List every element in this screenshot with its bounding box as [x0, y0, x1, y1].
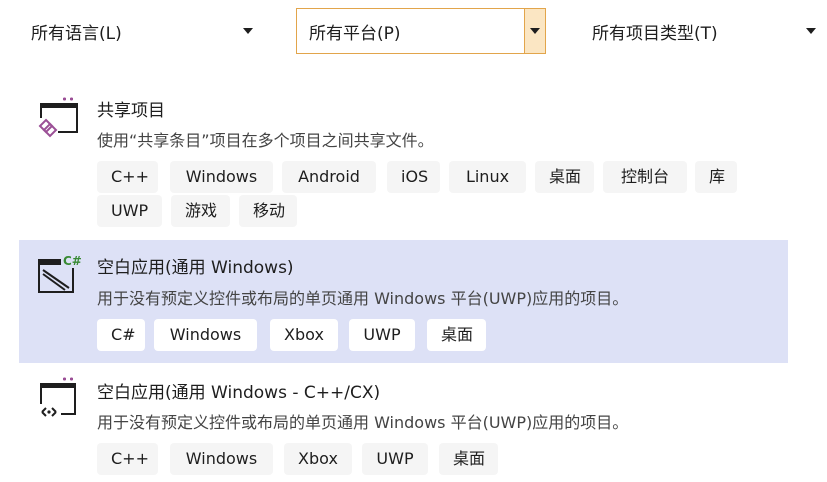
- tag: iOS: [387, 161, 440, 193]
- tag: Windows: [170, 443, 273, 475]
- tag: UWP: [97, 195, 162, 227]
- template-item-shared-project[interactable]: 共享项目 使用“共享条目”项目在多个项目之间共享文件。 C++ Windows …: [19, 84, 788, 234]
- tag: Linux: [449, 161, 526, 193]
- platform-filter-label: 所有平台(P): [309, 23, 401, 44]
- tag: UWP: [362, 443, 428, 475]
- language-filter-dropdown[interactable]: 所有语言(L): [18, 8, 264, 54]
- csharp-uwp-app-icon: C#: [37, 252, 82, 296]
- tag: Xbox: [284, 443, 352, 475]
- filter-bar: 所有语言(L) 所有平台(P) 所有项目类型(T): [0, 0, 827, 60]
- tag: Xbox: [270, 319, 338, 351]
- template-description: 使用“共享条目”项目在多个项目之间共享文件。: [97, 131, 434, 150]
- tag: 库: [695, 161, 737, 193]
- chevron-down-icon: [796, 9, 826, 53]
- tag: 桌面: [439, 443, 498, 475]
- tag: C++: [97, 161, 158, 193]
- language-filter-label: 所有语言(L): [31, 23, 122, 44]
- shared-project-icon: [37, 96, 81, 140]
- svg-text:C#: C#: [63, 254, 81, 268]
- tag: Windows: [154, 319, 257, 351]
- platform-filter-dropdown[interactable]: 所有平台(P): [296, 8, 546, 54]
- tag: Windows: [170, 161, 273, 193]
- chevron-down-icon[interactable]: [524, 9, 545, 53]
- tag: 桌面: [427, 319, 486, 351]
- chevron-down-icon: [233, 9, 263, 53]
- template-description: 用于没有预定义控件或布局的单页通用 Windows 平台(UWP)应用的项目。: [97, 289, 629, 308]
- cpp-uwp-app-icon: [37, 376, 81, 420]
- tag: C#: [97, 319, 145, 351]
- tag: 桌面: [535, 161, 594, 193]
- template-title: 空白应用(通用 Windows): [97, 258, 294, 278]
- tag: 控制台: [603, 161, 687, 193]
- project-type-filter-dropdown[interactable]: 所有项目类型(T): [579, 8, 827, 54]
- tag: C++: [97, 443, 158, 475]
- tag: 游戏: [171, 195, 230, 227]
- tag: 移动: [239, 195, 297, 227]
- project-type-filter-label: 所有项目类型(T): [592, 23, 718, 44]
- template-description: 用于没有预定义控件或布局的单页通用 Windows 平台(UWP)应用的项目。: [97, 413, 629, 432]
- tag: UWP: [349, 319, 415, 351]
- template-item-blank-app-uwp-cppcx[interactable]: 空白应用(通用 Windows - C++/CX) 用于没有预定义控件或布局的单…: [19, 366, 788, 482]
- template-title: 空白应用(通用 Windows - C++/CX): [97, 383, 381, 403]
- tag: Android: [282, 161, 376, 193]
- template-item-blank-app-uwp[interactable]: C# 空白应用(通用 Windows) 用于没有预定义控件或布局的单页通用 Wi…: [19, 240, 788, 363]
- template-title: 共享项目: [97, 101, 165, 121]
